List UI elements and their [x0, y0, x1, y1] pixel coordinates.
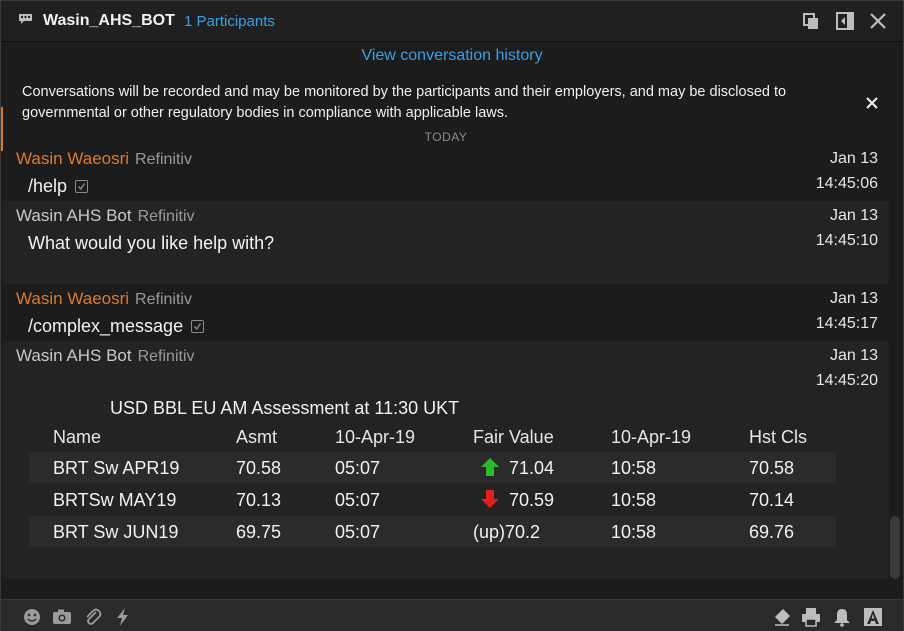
sender-org: Refinitiv [137, 348, 195, 365]
message-time: 14:45:20 [815, 372, 878, 389]
message-text: What would you like help with? [28, 233, 275, 253]
cell-hst-cls: 70.14 [749, 490, 795, 510]
read-receipt-icon [75, 179, 89, 193]
message-sender: Wasin Waeosri Refinitiv [16, 149, 192, 169]
cell-time: 10:58 [611, 522, 657, 542]
chat-window: Wasin_AHS_BOT 1 Participants View conver… [0, 0, 904, 631]
cell-name: BRT Sw APR19 [53, 458, 180, 478]
message: Wasin Waeosri Refinitiv Jan 13 14:45:17 /… [3, 284, 889, 340]
message: Wasin Waeosri Refinitiv Jan 13 14:45:06 /… [3, 144, 889, 200]
scrollbar-thumb[interactable] [890, 516, 900, 579]
message-body: /complex_message [28, 316, 184, 336]
chat-bubble-icon [19, 14, 32, 24]
message: Wasin AHS Bot Refinitiv Jan 13 14:45:10 W… [3, 201, 889, 284]
table-row: BRTSw MAY19 70.13 05:07 70.59 10:58 70.1… [29, 484, 836, 515]
cell-fair-value: 71.04 [509, 458, 555, 478]
sender-name[interactable]: Wasin AHS Bot [16, 206, 132, 225]
sender-name[interactable]: Wasin Waeosri [16, 149, 129, 168]
message-sender: Wasin AHS Bot Refinitiv [16, 206, 195, 226]
cell-time: 10:58 [611, 458, 657, 478]
sender-name[interactable]: Wasin Waeosri [16, 289, 129, 308]
column-header: Asmt [236, 427, 278, 447]
title-bar: Wasin_AHS_BOT 1 Participants [1, 1, 903, 42]
table-row: BRT Sw APR19 70.58 05:07 71.04 10:58 70.… [29, 452, 836, 483]
participants-link[interactable]: 1 Participants [184, 13, 275, 30]
attachment-icon[interactable] [83, 607, 103, 627]
column-header: 10-Apr-19 [335, 427, 416, 447]
message-sender: Wasin AHS Bot Refinitiv [16, 346, 195, 366]
cell-asmt: 69.75 [236, 522, 282, 542]
cell-hst-cls: 70.58 [749, 458, 795, 478]
collapse-panel-icon[interactable] [835, 11, 855, 31]
copy-icon[interactable] [801, 11, 821, 31]
column-header: 10-Apr-19 [611, 427, 692, 447]
down-arrow-icon [481, 490, 499, 508]
lightning-icon[interactable] [113, 607, 133, 627]
message-sender: Wasin Waeosri Refinitiv [16, 289, 192, 309]
emoji-icon[interactable] [22, 607, 42, 627]
message-body: /help [28, 176, 68, 196]
cell-fair-value: 70.59 [509, 490, 555, 510]
up-arrow-icon [481, 458, 499, 476]
message-date: Jan 13 [829, 347, 878, 364]
cell-time: 05:07 [335, 490, 381, 510]
compliance-notice: Conversations will be recorded and may b… [22, 84, 787, 121]
column-header: Fair Value [473, 427, 554, 447]
font-icon[interactable] [863, 607, 883, 627]
day-separator: TODAY [424, 130, 468, 144]
column-header: Name [53, 427, 102, 447]
sender-org: Refinitiv [137, 208, 195, 225]
cell-time: 05:07 [335, 522, 381, 542]
cell-name: BRTSw MAY19 [53, 490, 177, 510]
message-date: Jan 13 [829, 150, 878, 167]
close-notice-icon[interactable] [863, 94, 881, 112]
table-title: USD BBL EU AM Assessment at 11:30 UKT [110, 398, 460, 418]
message-date: Jan 13 [829, 207, 878, 224]
close-icon[interactable] [868, 11, 888, 31]
message-date: Jan 13 [829, 290, 878, 307]
message-time: 14:45:10 [815, 232, 878, 249]
message-time: 14:45:06 [815, 175, 878, 192]
message-text: /help [28, 176, 89, 197]
cell-asmt: 70.58 [236, 458, 282, 478]
sender-org: Refinitiv [135, 291, 192, 308]
column-header: Hst Cls [749, 427, 807, 447]
view-history-link[interactable]: View conversation history [1, 47, 903, 65]
bell-icon[interactable] [832, 607, 852, 627]
table-header: Name Asmt 10-Apr-19 Fair Value 10-Apr-19… [29, 425, 836, 451]
cell-hst-cls: 69.76 [749, 522, 795, 542]
cell-time: 05:07 [335, 458, 381, 478]
message-time: 14:45:17 [815, 315, 878, 332]
conversation-title: Wasin_AHS_BOT [43, 12, 175, 29]
cell-name: BRT Sw JUN19 [53, 522, 179, 542]
cell-fair-value: (up)70.2 [473, 522, 541, 542]
cell-time: 10:58 [611, 490, 657, 510]
camera-icon[interactable] [52, 607, 72, 627]
table-row: BRT Sw JUN19 69.75 05:07 (up)70.2 10:58 … [29, 516, 836, 547]
cell-asmt: 70.13 [236, 490, 282, 510]
read-receipt-icon [191, 319, 205, 333]
sender-name[interactable]: Wasin AHS Bot [16, 346, 132, 365]
compose-toolbar [1, 599, 903, 631]
print-icon[interactable] [801, 607, 821, 627]
eraser-icon[interactable] [772, 607, 792, 627]
message-text: /complex_message [28, 316, 205, 337]
sender-org: Refinitiv [135, 151, 192, 168]
